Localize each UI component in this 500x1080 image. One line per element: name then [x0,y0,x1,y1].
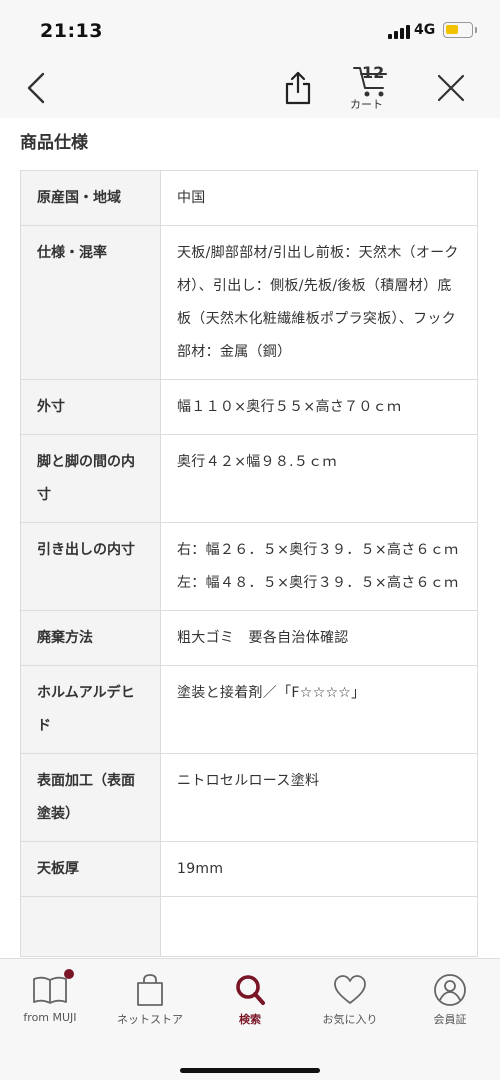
spec-table: 原産国・地域 中国 仕様・混率 天板/脚部部材/引出し前板：天然木（オーク材）、… [20,170,478,957]
tab-label: ネットストア [117,1013,183,1026]
spec-value: 粗大ゴミ 要各自治体確認 [160,610,478,666]
close-button[interactable] [432,68,470,108]
spec-value: 天板/脚部部材/引出し前板：天然木（オーク材）、引出し：側板/先板/後板（積層材… [160,225,478,380]
tab-label: お気に入り [322,1013,378,1026]
table-row: 外寸 幅１１０×奥行５５×高さ７０ｃｍ [20,379,478,435]
spec-value [160,896,478,957]
content-area[interactable]: 商品仕様 原産国・地域 中国 仕様・混率 天板/脚部部材/引出し前板：天然木（オ… [0,118,500,958]
tab-label: 検索 [239,1013,261,1026]
table-row: 廃棄方法 粗大ゴミ 要各自治体確認 [20,610,478,666]
tab-from-muji[interactable]: from MUJI [0,959,100,1039]
table-row: 天板厚 19mm [20,841,478,897]
status-bar: 21:13 4G [0,0,500,58]
table-row: 脚と脚の間の内寸 奥行４２×幅９８.５ｃｍ [20,434,478,523]
close-icon [437,74,465,102]
spec-label [20,896,161,957]
battery-icon [443,22,473,38]
spec-label: 仕様・混率 [20,225,161,380]
spec-label: 廃棄方法 [20,610,161,666]
heart-icon [334,975,366,1004]
cart-button[interactable]: 12 カート [340,60,400,116]
spec-value: 中国 [160,170,478,226]
shopping-bag-icon [137,974,163,1006]
spec-value: ニトロセルロース塗料 [160,753,478,842]
share-icon [285,71,311,105]
nav-bar: 12 カート [0,58,500,118]
search-icon [236,975,265,1005]
table-row: 表面加工（表面塗装） ニトロセルロース塗料 [20,753,478,842]
tab-search[interactable]: 検索 [200,959,300,1039]
notification-dot [64,969,74,979]
spec-value: 塗装と接着剤／「F☆☆☆☆」 [160,665,478,754]
spec-value: 19mm [160,841,478,897]
table-row: 引き出しの内寸 右：幅２６．５×奥行３９．５×高さ６ｃｍ 左：幅４８．５×奥行３… [20,522,478,611]
home-indicator [180,1068,320,1073]
spec-label: 原産国・地域 [20,170,161,226]
spec-value: 右：幅２６．５×奥行３９．５×高さ６ｃｍ 左：幅４８．５×奥行３９．５×高さ６ｃ… [160,522,478,611]
section-title: 商品仕様 [20,133,88,153]
tab-member-card[interactable]: 会員証 [400,959,500,1039]
user-icon [434,974,466,1006]
spec-label: 表面加工（表面塗装） [20,753,161,842]
tab-bar: from MUJI ネットストア 検索 お気に入り 会員証 [0,958,500,1080]
tab-net-store[interactable]: ネットストア [100,959,200,1039]
chevron-left-icon [27,72,45,104]
book-icon [33,976,67,1004]
spec-label: 外寸 [20,379,161,435]
tab-label: from MUJI [23,1011,77,1024]
back-button[interactable] [18,68,54,108]
network-type: 4G [414,22,436,38]
status-time: 21:13 [40,20,103,42]
spec-value: 幅１１０×奥行５５×高さ７０ｃｍ [160,379,478,435]
spec-label: 脚と脚の間の内寸 [20,434,161,523]
spec-label: 天板厚 [20,841,161,897]
share-button[interactable] [280,66,316,110]
table-row: ホルムアルデヒド 塗装と接着剤／「F☆☆☆☆」 [20,665,478,754]
table-row: 仕様・混率 天板/脚部部材/引出し前板：天然木（オーク材）、引出し：側板/先板/… [20,225,478,380]
signal-icon [388,25,410,39]
cart-count: 12 [362,63,385,82]
table-row: 原産国・地域 中国 [20,170,478,226]
table-row [20,896,478,957]
tab-label: 会員証 [433,1013,467,1026]
spec-label: 引き出しの内寸 [20,522,161,611]
spec-value: 奥行４２×幅９８.５ｃｍ [160,434,478,523]
battery-tip [475,27,477,33]
spec-label: ホルムアルデヒド [20,665,161,754]
tab-favorites[interactable]: お気に入り [300,959,400,1039]
cart-label: カート [350,98,383,111]
